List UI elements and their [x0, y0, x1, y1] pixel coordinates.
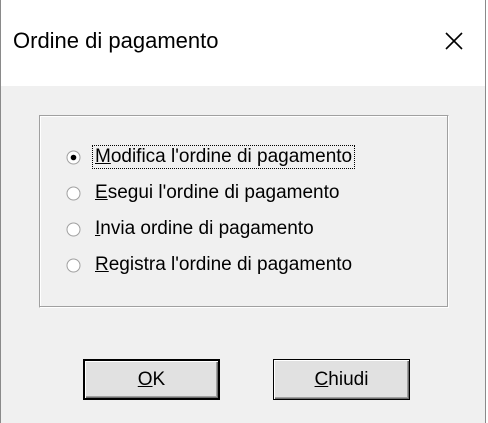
close-label-rest: hiudi: [328, 368, 369, 390]
ok-mnemonic: O: [137, 368, 153, 390]
radio-send-order[interactable]: Invia ordine di pagamento: [66, 214, 316, 244]
label-modify-rest: odifica l'ordine di pagamento: [110, 146, 353, 167]
close-icon: [445, 32, 463, 50]
radio-execute-order[interactable]: Esegui l'ordine di pagamento: [66, 178, 341, 208]
ok-label-rest: K: [152, 368, 166, 390]
radio-label-modify: Modifica l'ordine di pagamento: [91, 145, 356, 169]
radio-register-order[interactable]: Registra l'ordine di pagamento: [66, 250, 354, 280]
close-button[interactable]: [431, 18, 477, 64]
radio-label-execute: Esegui l'ordine di pagamento: [93, 182, 341, 204]
radio-label-send: Invia ordine di pagamento: [93, 218, 316, 240]
radio-unselected-icon[interactable]: [66, 186, 81, 201]
radio-unselected-icon[interactable]: [66, 222, 81, 237]
window-title: Ordine di pagamento: [13, 28, 219, 53]
close-dialog-button[interactable]: Chiudi: [273, 359, 410, 400]
radio-selected-icon[interactable]: [66, 150, 81, 165]
radio-unselected-icon[interactable]: [66, 258, 81, 273]
radio-modify-order[interactable]: Modifica l'ordine di pagamento: [66, 142, 356, 172]
mnemonic-execute: E: [95, 182, 108, 203]
options-group: Modifica l'ordine di pagamento Esegui l'…: [39, 115, 449, 308]
radio-label-register: Registra l'ordine di pagamento: [93, 254, 354, 276]
close-mnemonic: C: [314, 368, 329, 390]
mnemonic-modify: M: [95, 146, 111, 167]
label-register-rest: egistra l'ordine di pagamento: [108, 254, 353, 275]
title-bar[interactable]: Ordine di pagamento: [1, 0, 485, 86]
ok-button[interactable]: OK: [83, 359, 220, 400]
label-send-rest: nvia ordine di pagamento: [100, 218, 314, 239]
label-execute-rest: segui l'ordine di pagamento: [107, 182, 340, 203]
payment-order-dialog: Ordine di pagamento Modifica l'ordine di…: [0, 0, 486, 423]
mnemonic-register: R: [95, 254, 109, 275]
